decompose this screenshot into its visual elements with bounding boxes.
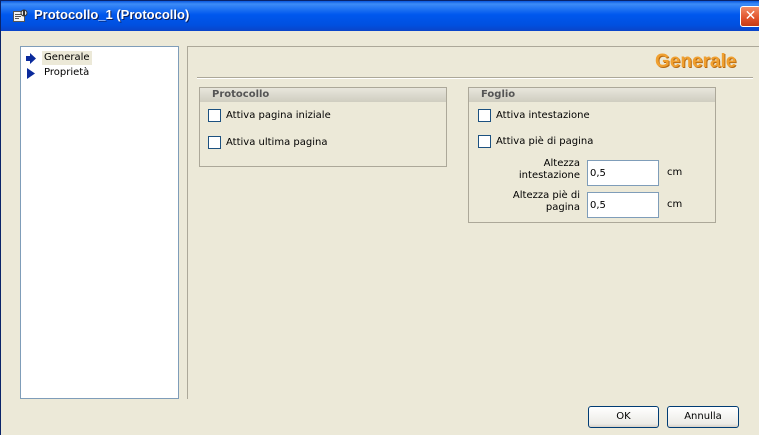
title-bar[interactable]: Protocollo_1 (Protocollo) ✕ [1, 1, 759, 31]
checkbox[interactable] [208, 109, 221, 122]
checkbox[interactable] [208, 136, 221, 149]
altezza-intestazione-label: Altezza intestazione [489, 158, 580, 182]
checkbox-label: Attiva intestazione [496, 110, 590, 121]
checkbox-label: Attiva ultima pagina [226, 137, 328, 148]
checkbox[interactable] [478, 135, 491, 148]
arrow-right-icon [26, 53, 36, 64]
arrow-right-icon [27, 68, 35, 79]
unit-label: cm [667, 199, 683, 210]
label-line: pagina [545, 202, 580, 213]
label-line: intestazione [518, 170, 580, 181]
dialog-window: Protocollo_1 (Protocollo) ✕ Generale Pro… [0, 0, 759, 435]
altezza-intestazione-input[interactable] [587, 160, 659, 186]
close-icon: ✕ [744, 8, 757, 24]
group-title: Foglio [481, 89, 516, 100]
cancel-button[interactable]: Annulla [667, 406, 739, 428]
checkbox-label: Attiva piè di pagina [496, 136, 594, 147]
altezza-pie-di-pagina-input[interactable] [587, 192, 659, 218]
unit-label: cm [667, 167, 683, 178]
foglio-group: Foglio Attiva intestazione Attiva piè di… [468, 87, 716, 223]
protocollo-group: Protocollo Attiva pagina iniziale Attiva… [199, 87, 447, 167]
navigation-tree: Generale Proprietà [20, 46, 179, 399]
tree-item-label: Proprietà [44, 67, 90, 78]
properties-icon [13, 9, 28, 22]
label-line: Altezza piè di [512, 190, 580, 201]
group-header: Foglio [469, 88, 715, 102]
group-title: Protocollo [212, 89, 270, 100]
page-title: Generale [655, 51, 737, 72]
header-divider [197, 77, 753, 79]
window-title: Protocollo_1 (Protocollo) [34, 7, 190, 22]
group-header: Protocollo [200, 88, 446, 102]
ok-button[interactable]: OK [588, 406, 659, 428]
tree-item-label: Generale [42, 51, 92, 65]
checkbox-label: Attiva pagina iniziale [226, 110, 331, 121]
close-button[interactable]: ✕ [740, 6, 759, 27]
label-line: Altezza [543, 158, 580, 169]
altezza-pie-di-pagina-label: Altezza piè di pagina [489, 190, 580, 214]
checkbox[interactable] [478, 109, 491, 122]
